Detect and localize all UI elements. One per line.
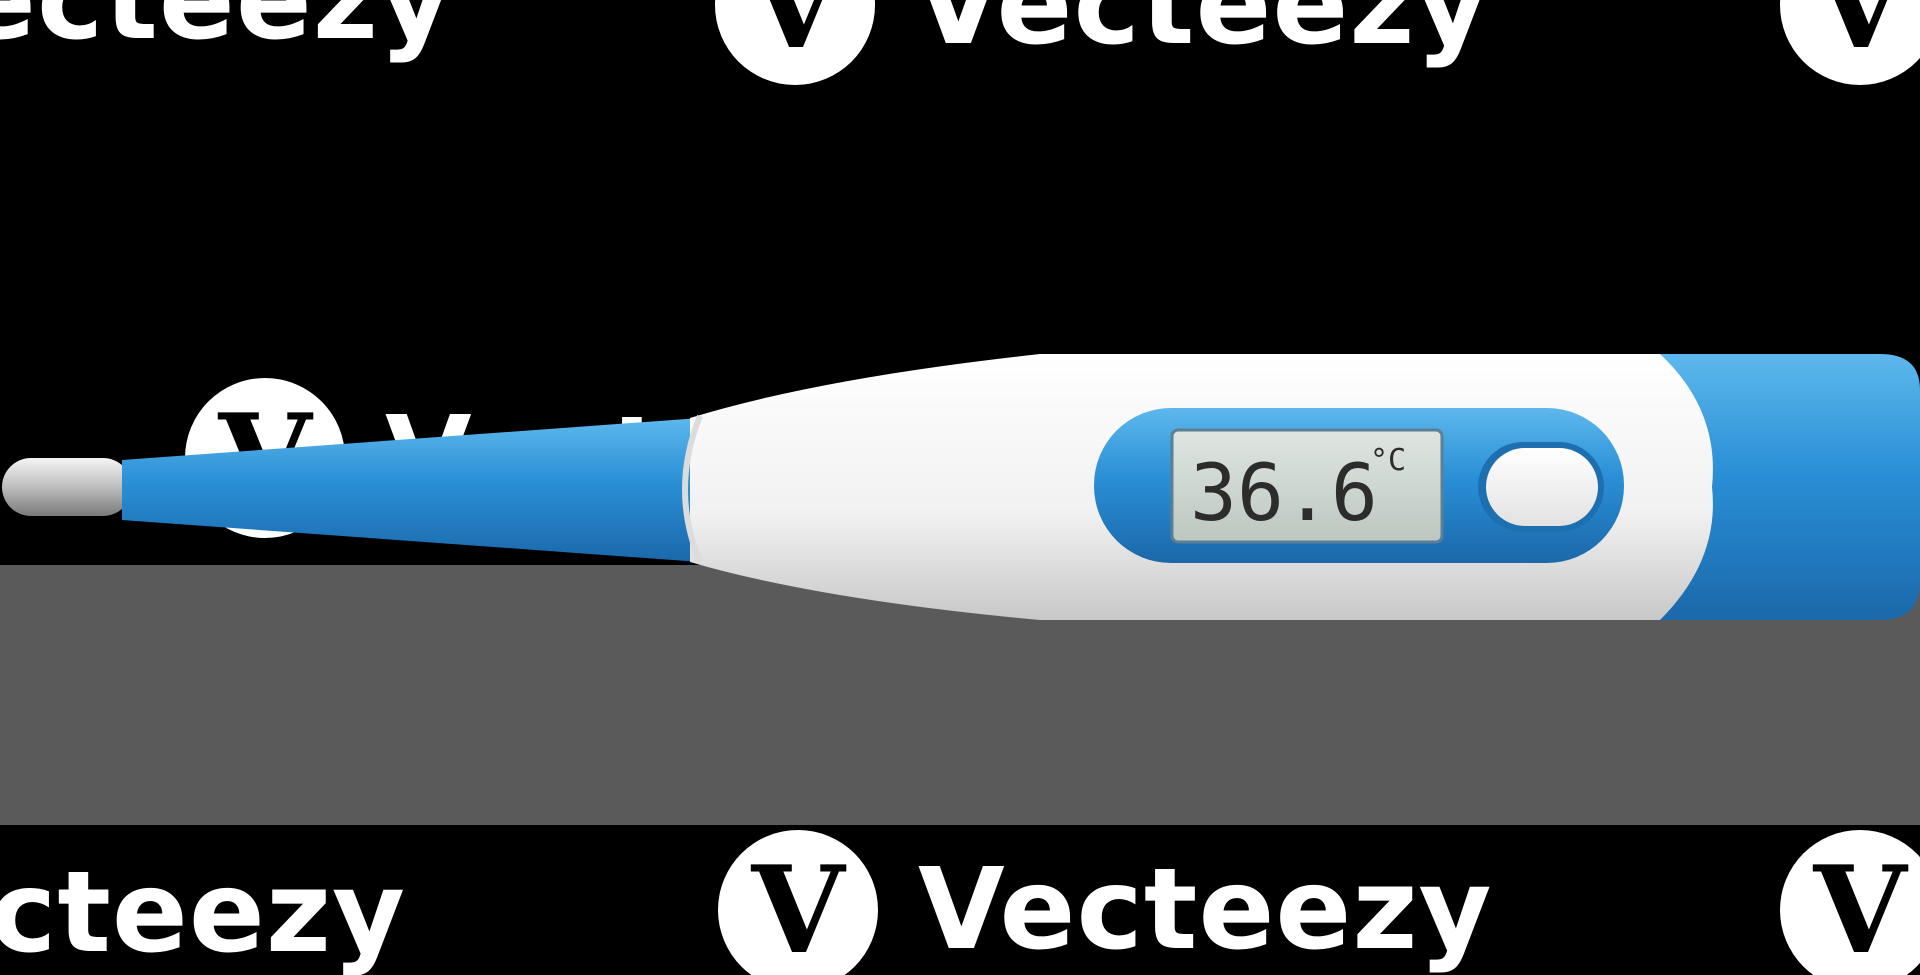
temperature-unit: °C [1370, 443, 1406, 478]
watermark-bottom-left: cteezy [0, 848, 406, 975]
watermark-bottom-center: V Vecteezy [718, 830, 1493, 975]
watermark-top-center: V Vecteezy [715, 0, 1490, 85]
watermark-text: Vecteezy [915, 0, 1490, 70]
watermark-top-right: V [1780, 0, 1920, 85]
watermark-bottom-right: V [1780, 830, 1920, 975]
vecteezy-logo-icon: V [1780, 0, 1920, 85]
watermark-top-left: ecteezy [0, 0, 453, 65]
power-button[interactable] [1486, 448, 1598, 526]
watermark-text: ecteezy [0, 0, 454, 65]
vecteezy-logo-icon: V [1780, 830, 1920, 975]
watermark-text: Vecteezy [918, 845, 1493, 975]
metal-tip [2, 458, 132, 516]
vecteezy-logo-icon: V [718, 830, 878, 975]
blue-probe [122, 418, 700, 562]
digital-thermometer: 36.6 °C [2, 354, 1920, 620]
temperature-reading: 36.6 [1190, 449, 1378, 539]
image-canvas: ecteezy V Vecteezy V V Vecteezy cteezy V… [0, 0, 1920, 975]
watermark-text: cteezy [0, 848, 407, 975]
vecteezy-logo-icon: V [715, 0, 875, 85]
